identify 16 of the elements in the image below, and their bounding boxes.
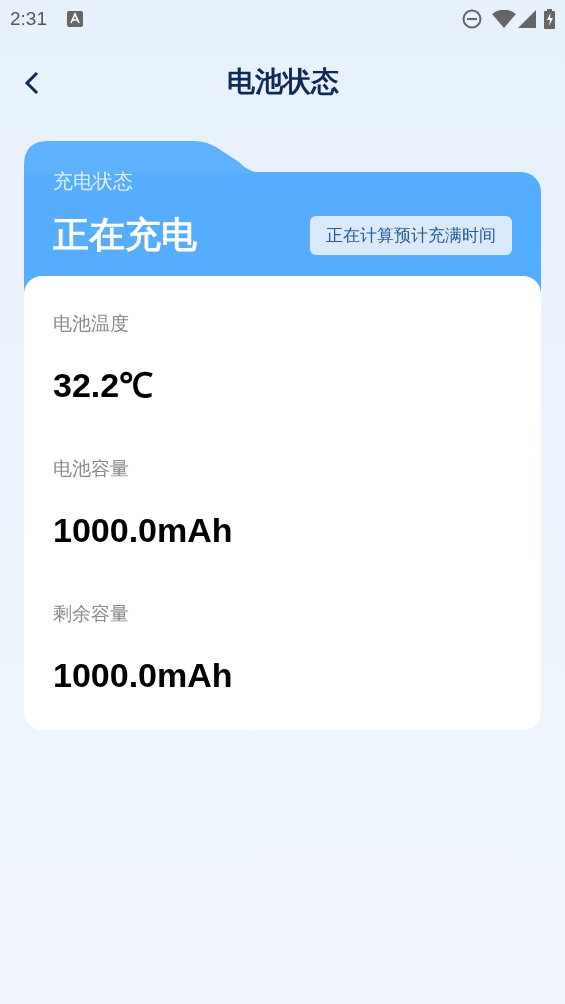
metric-label: 电池温度 bbox=[53, 311, 130, 335]
keyboard-icon bbox=[67, 11, 83, 27]
metric-value: 32.2℃ bbox=[53, 365, 155, 405]
metric-value: 1000.0mAh bbox=[53, 655, 234, 695]
metric-label: 电池容量 bbox=[53, 456, 130, 480]
wifi-icon bbox=[492, 10, 516, 28]
metric-label: 剩余容量 bbox=[53, 601, 130, 625]
charging-status: 正在充电 bbox=[53, 213, 197, 257]
page-title: 电池状态 bbox=[226, 64, 339, 100]
metric-value: 1000.0mAh bbox=[53, 510, 234, 550]
status-time: 2:31 bbox=[10, 8, 47, 30]
charging-label: 充电状态 bbox=[53, 168, 134, 195]
estimate-badge: 正在计算预计充满时间 bbox=[310, 216, 512, 255]
do-not-disturb-icon bbox=[462, 9, 482, 29]
signal-icon bbox=[518, 10, 536, 28]
battery-charging-icon bbox=[544, 9, 555, 29]
